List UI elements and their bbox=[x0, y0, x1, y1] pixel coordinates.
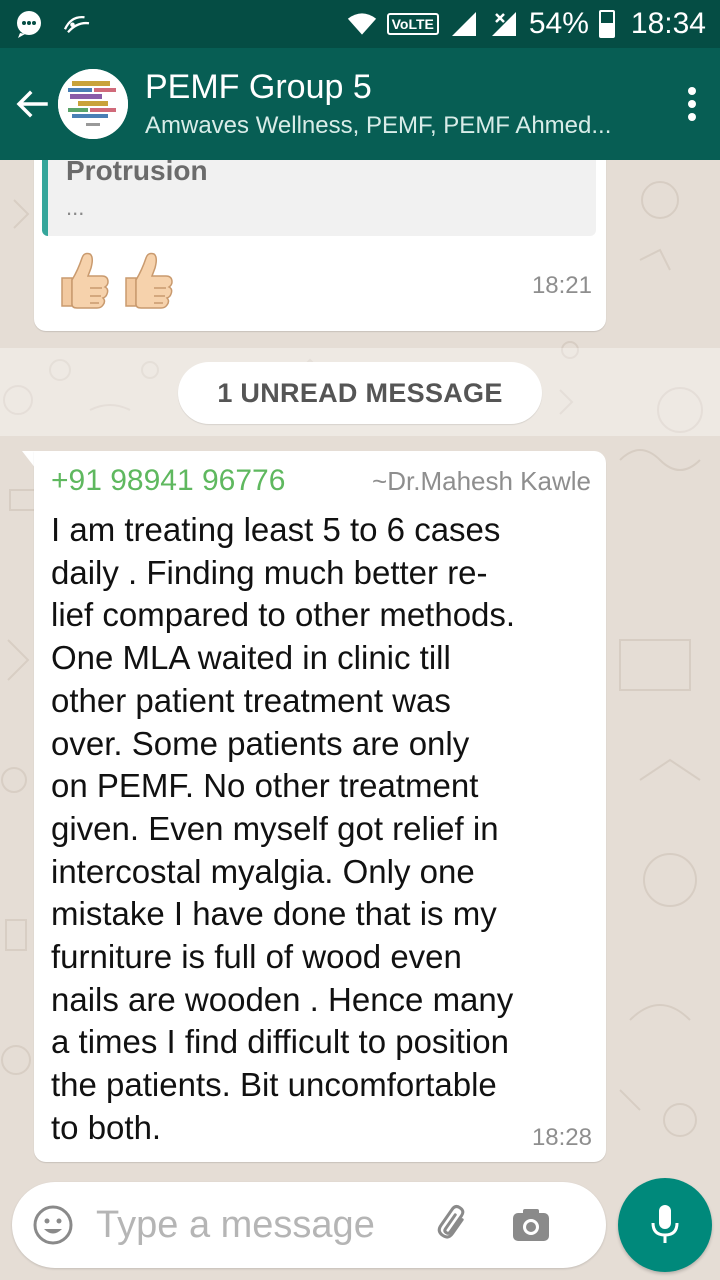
message-composer bbox=[12, 1182, 606, 1268]
smiley-icon bbox=[33, 1205, 73, 1245]
battery-percent: 54% bbox=[528, 7, 589, 40]
battery-icon bbox=[598, 10, 615, 38]
arrow-back-icon bbox=[16, 90, 48, 118]
quoted-message[interactable]: Protrusion ... bbox=[42, 160, 596, 236]
back-button[interactable] bbox=[4, 48, 60, 160]
volte-badge: VoLTE bbox=[386, 13, 439, 35]
overflow-menu-button[interactable] bbox=[664, 48, 720, 160]
group-members: Amwaves Wellness, PEMF, PEMF Ahmed... bbox=[145, 112, 612, 139]
more-vert-icon bbox=[688, 87, 696, 121]
paperclip-icon bbox=[437, 1205, 465, 1239]
camera-icon bbox=[513, 1209, 549, 1241]
message-time: 18:21 bbox=[531, 272, 592, 299]
quoted-title: Protrusion bbox=[66, 160, 208, 186]
chat-area[interactable]: Protrusion ... 18:21 1 UNREAD MESSAGE +9… bbox=[0, 160, 720, 1178]
status-bar: VoLTE 54% 18:34 bbox=[0, 0, 720, 48]
emoji-row bbox=[54, 250, 174, 310]
signal-no-data-icon bbox=[489, 9, 519, 39]
wifi-icon bbox=[347, 9, 377, 39]
thumbs-up-icon bbox=[61, 252, 109, 309]
message-text: I am treating least 5 to 6 cases daily .… bbox=[51, 511, 516, 1146]
sender-name: ~Dr.Mahesh Kawle bbox=[372, 466, 591, 496]
message-bubble[interactable]: Protrusion ... 18:21 bbox=[34, 160, 606, 331]
message-input[interactable] bbox=[96, 1203, 416, 1247]
voice-record-button[interactable] bbox=[618, 1178, 712, 1272]
thumbs-up-icon bbox=[125, 252, 173, 309]
chat-notification-icon bbox=[14, 9, 44, 39]
clock: 18:34 bbox=[630, 7, 706, 40]
camera-button[interactable] bbox=[506, 1200, 556, 1250]
app-notification-icon bbox=[62, 9, 92, 39]
group-avatar[interactable] bbox=[58, 69, 128, 139]
chat-header: PEMF Group 5 Amwaves Wellness, PEMF, PEM… bbox=[0, 48, 720, 160]
signal-icon bbox=[449, 9, 479, 39]
sender-row: +91 98941 96776 ~Dr.Mahesh Kawle bbox=[51, 463, 591, 499]
message-time: 18:28 bbox=[531, 1124, 592, 1151]
emoji-button[interactable] bbox=[30, 1202, 76, 1248]
attach-button[interactable] bbox=[430, 1200, 480, 1250]
unread-label: 1 UNREAD MESSAGE bbox=[178, 362, 542, 424]
group-name: PEMF Group 5 bbox=[145, 68, 372, 106]
quoted-snippet: ... bbox=[66, 195, 85, 220]
sender-phone[interactable]: +91 98941 96776 bbox=[51, 463, 285, 499]
message-bubble[interactable]: +91 98941 96776 ~Dr.Mahesh Kawle I am tr… bbox=[34, 451, 606, 1162]
header-titles[interactable]: PEMF Group 5 Amwaves Wellness, PEMF, PEM… bbox=[145, 67, 664, 141]
mic-icon bbox=[651, 1205, 679, 1243]
